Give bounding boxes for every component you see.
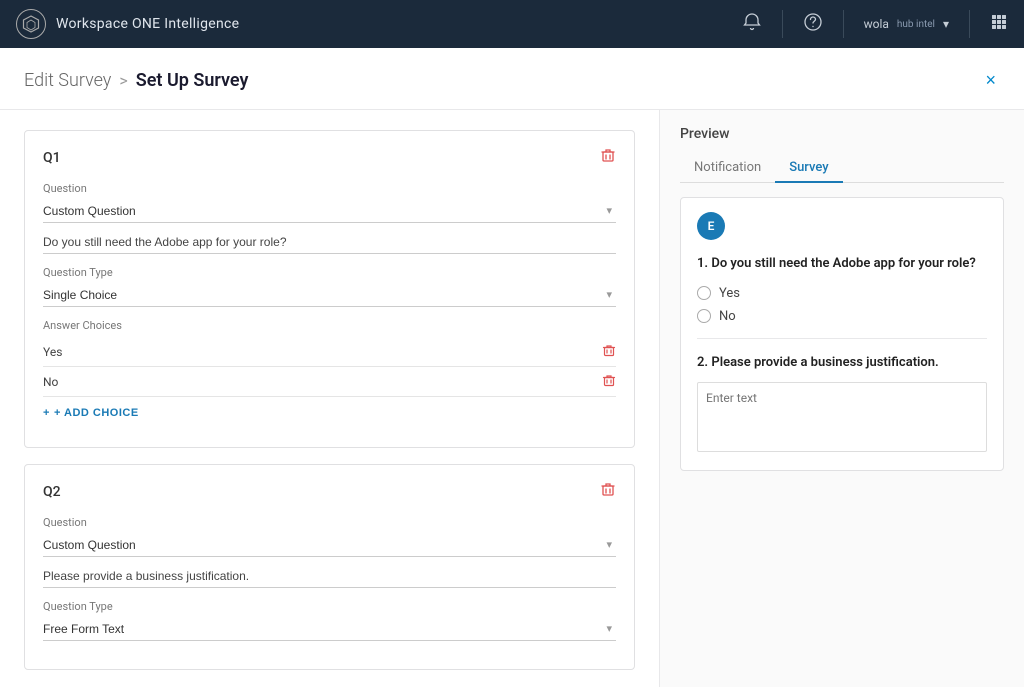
preview-divider bbox=[697, 338, 987, 339]
q1-answer-choices: Answer Choices Yes bbox=[43, 319, 616, 419]
tab-survey[interactable]: Survey bbox=[775, 154, 842, 183]
main-wrapper: Edit Survey > Set Up Survey × Q1 bbox=[0, 48, 1024, 687]
preview-option-no: No bbox=[697, 309, 987, 324]
preview-title: Preview bbox=[680, 126, 1004, 142]
nav-right: wola hub intel ▾ bbox=[742, 10, 1008, 38]
q2-type-select[interactable]: Free Form Text bbox=[43, 618, 616, 641]
preview-radio-yes bbox=[697, 286, 711, 300]
app-logo bbox=[16, 9, 46, 39]
q2-number: Q2 bbox=[43, 484, 61, 500]
q2-type-select-wrapper[interactable]: Free Form Text bbox=[43, 618, 616, 641]
preview-radio-no bbox=[697, 309, 711, 323]
q1-question-type-wrapper[interactable]: Custom Question bbox=[43, 200, 616, 223]
content-area: Q1 Question Custom Questi bbox=[0, 110, 1024, 687]
q1-question-type-select[interactable]: Custom Question bbox=[43, 200, 616, 223]
q2-header: Q2 bbox=[43, 481, 616, 502]
q1-header: Q1 bbox=[43, 147, 616, 168]
breadcrumb-separator: > bbox=[119, 71, 127, 90]
question-card-2: Q2 Question Custom Questi bbox=[24, 464, 635, 670]
notification-icon[interactable] bbox=[742, 12, 762, 37]
preview-question-1: 1. Do you still need the Adobe app for y… bbox=[697, 254, 987, 274]
q1-type-label: Question Type bbox=[43, 266, 616, 279]
left-panel: Q1 Question Custom Questi bbox=[0, 110, 660, 687]
q2-delete-button[interactable] bbox=[600, 481, 616, 502]
question-card-1: Q1 Question Custom Questi bbox=[24, 130, 635, 448]
avatar-text: E bbox=[708, 219, 715, 233]
q1-question-field: Question Custom Question bbox=[43, 182, 616, 254]
nav-divider-3 bbox=[969, 10, 970, 38]
q2-question-field: Question Custom Question bbox=[43, 516, 616, 588]
q2-question-type-wrapper[interactable]: Custom Question bbox=[43, 534, 616, 557]
q1-type-select-wrapper[interactable]: Single Choice bbox=[43, 284, 616, 307]
breadcrumb-current: Set Up Survey bbox=[136, 70, 249, 91]
q1-answer-text-1: Yes bbox=[43, 345, 62, 359]
preview-question-2: 2. Please provide a business justificati… bbox=[697, 353, 987, 373]
q1-answer-delete-2[interactable] bbox=[602, 373, 616, 390]
preview-tabs: Notification Survey bbox=[680, 154, 1004, 183]
q1-answer-row-1: Yes bbox=[43, 337, 616, 367]
q1-add-choice-button[interactable]: + + ADD CHOICE bbox=[43, 407, 139, 419]
q1-answer-text-2: No bbox=[43, 375, 58, 389]
user-name: wola bbox=[864, 17, 889, 31]
preview-option-yes: Yes bbox=[697, 286, 987, 301]
preview-card: E 1. Do you still need the Adobe app for… bbox=[680, 197, 1004, 471]
close-button[interactable]: × bbox=[981, 66, 1000, 95]
q2-question-label: Question bbox=[43, 516, 616, 529]
q1-answer-row-2: No bbox=[43, 367, 616, 397]
q1-type-select[interactable]: Single Choice bbox=[43, 284, 616, 307]
grid-icon[interactable] bbox=[990, 12, 1008, 36]
preview-avatar: E bbox=[697, 212, 725, 240]
q1-question-text-input[interactable] bbox=[43, 231, 616, 254]
nav-left: Workspace ONE Intelligence bbox=[16, 9, 239, 39]
user-chevron: ▾ bbox=[943, 17, 949, 31]
page-header: Edit Survey > Set Up Survey × bbox=[0, 48, 1024, 110]
user-sub: hub intel bbox=[897, 19, 935, 30]
app-title: Workspace ONE Intelligence bbox=[56, 16, 239, 32]
q1-type-field: Question Type Single Choice bbox=[43, 266, 616, 307]
q1-answers-label: Answer Choices bbox=[43, 319, 616, 332]
right-panel: Preview Notification Survey E 1. Do you … bbox=[660, 110, 1024, 687]
q2-type-field: Question Type Free Form Text bbox=[43, 600, 616, 641]
q1-number: Q1 bbox=[43, 150, 61, 166]
add-choice-icon: + bbox=[43, 407, 50, 419]
q1-answer-delete-1[interactable] bbox=[602, 343, 616, 360]
q1-delete-button[interactable] bbox=[600, 147, 616, 168]
preview-textarea[interactable] bbox=[697, 382, 987, 452]
nav-divider-1 bbox=[782, 10, 783, 38]
q2-type-label: Question Type bbox=[43, 600, 616, 613]
help-icon[interactable] bbox=[803, 12, 823, 37]
user-menu[interactable]: wola hub intel ▾ bbox=[864, 17, 949, 31]
tab-notification[interactable]: Notification bbox=[680, 154, 775, 183]
preview-option-yes-text: Yes bbox=[719, 286, 740, 301]
add-choice-label: + ADD CHOICE bbox=[54, 407, 139, 419]
breadcrumb-link[interactable]: Edit Survey bbox=[24, 70, 111, 91]
q2-question-type-select[interactable]: Custom Question bbox=[43, 534, 616, 557]
q2-question-text-input[interactable] bbox=[43, 565, 616, 588]
top-navigation: Workspace ONE Intelligence wola hub inte… bbox=[0, 0, 1024, 48]
nav-divider-2 bbox=[843, 10, 844, 38]
breadcrumb: Edit Survey > Set Up Survey bbox=[24, 70, 248, 91]
preview-option-no-text: No bbox=[719, 309, 736, 324]
q1-question-label: Question bbox=[43, 182, 616, 195]
